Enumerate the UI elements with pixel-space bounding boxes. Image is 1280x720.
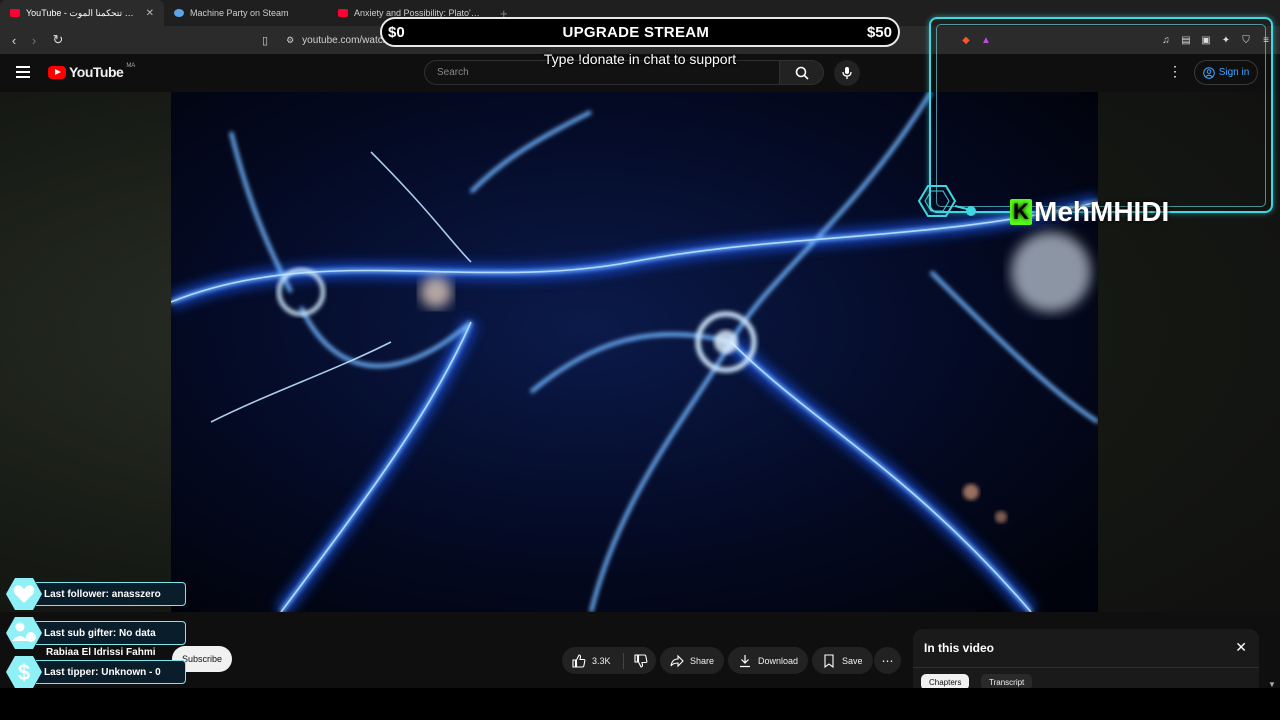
forward-icon[interactable]: › (24, 30, 44, 50)
more-actions-icon[interactable]: ⋯ (874, 647, 901, 674)
hamburger-menu-icon[interactable] (16, 66, 30, 78)
steam-favicon-icon (174, 9, 184, 17)
goal-current: $0 (388, 23, 405, 41)
dislike-button[interactable] (633, 653, 648, 668)
download-icon (740, 654, 750, 667)
dollar-icon: $ (6, 656, 42, 688)
like-button[interactable]: 3.3K (572, 653, 611, 668)
youtube-logo[interactable]: YouTube MA (48, 63, 136, 80)
like-dislike-group: 3.3K (562, 647, 656, 674)
kick-logo-icon: K (1010, 199, 1032, 225)
download-label: Download (758, 655, 799, 666)
logo-text: YouTube (69, 64, 124, 80)
microphone-icon (842, 67, 852, 79)
alert-label: Last tipper: Unknown - 0 (36, 660, 186, 684)
share-label: Share (690, 655, 715, 666)
save-button[interactable]: Save (812, 647, 873, 674)
site-info-icon[interactable]: ⚙ (286, 35, 294, 46)
last-sub-gifter-alert: Last sub gifter: No data (6, 617, 186, 649)
save-icon (824, 653, 834, 668)
hexagon-connector-icon (917, 185, 976, 217)
youtube-favicon-icon (338, 9, 348, 17)
youtube-favicon-icon (10, 9, 20, 17)
streamer-name-text: MehMHIDI (1034, 196, 1170, 227)
gift-sub-icon (6, 617, 42, 649)
goal-title: UPGRADE STREAM (562, 23, 710, 41)
share-button[interactable]: Share (660, 647, 725, 674)
panel-title: In this video (924, 641, 995, 655)
goal-target: $50 (866, 23, 892, 41)
bottom-black-bar (0, 688, 1280, 720)
bookmark-icon[interactable]: ▯ (262, 34, 268, 47)
close-icon[interactable]: ✕ (1235, 639, 1247, 656)
heart-icon (6, 578, 42, 610)
back-icon[interactable]: ‹ (4, 30, 24, 50)
donation-goal-bar: $0 UPGRADE STREAM $50 (380, 17, 900, 47)
download-button[interactable]: Download (728, 647, 809, 674)
tab-title: Machine Party on Steam (190, 8, 289, 18)
like-count: 3.3K (592, 655, 611, 666)
webcam-frame-inner (936, 24, 1266, 207)
youtube-play-icon (48, 65, 66, 79)
reload-icon[interactable]: ↻ (48, 30, 68, 50)
channel-name[interactable]: Rabiaa El Idrissi Fahmi (46, 647, 155, 658)
svg-text:$: $ (18, 660, 30, 685)
streamer-name: K MehMHIDI (1010, 196, 1169, 228)
like-divider (622, 652, 624, 669)
country-code: MA (126, 63, 136, 69)
thumbs-up-icon (572, 653, 586, 668)
save-label: Save (842, 655, 863, 666)
tab-steam[interactable]: Machine Party on Steam (164, 0, 328, 26)
thumbs-down-icon (633, 653, 647, 668)
share-icon (670, 654, 684, 667)
donate-hint: Type !donate in chat to support (543, 51, 737, 67)
last-follower-alert: Last follower: anasszero (6, 578, 186, 610)
last-tipper-alert: $ Last tipper: Unknown - 0 (6, 656, 186, 688)
search-icon (795, 66, 809, 80)
close-tab-icon[interactable]: ✕ (146, 8, 154, 19)
alert-label: Last follower: anasszero (36, 582, 186, 606)
tab-title: YouTube - ؟ علاش تتحكمنا الموت (26, 7, 140, 18)
panel-divider (913, 667, 1259, 668)
tab-youtube[interactable]: YouTube - ؟ علاش تتحكمنا الموت ✕ (0, 0, 164, 26)
in-this-video-panel: In this video ✕ Chapters Transcript (913, 629, 1259, 690)
alert-label: Last sub gifter: No data (36, 621, 186, 645)
